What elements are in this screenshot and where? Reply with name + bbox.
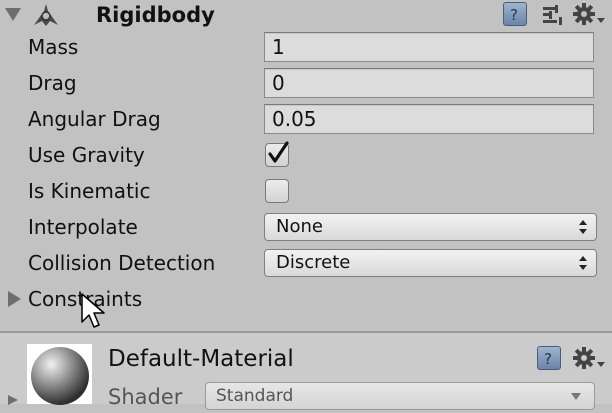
chevron-down-icon (5, 8, 21, 21)
dropdown-arrows-icon (579, 220, 587, 234)
svg-text:?: ? (510, 6, 518, 24)
chevron-right-icon (8, 395, 18, 405)
use-gravity-checkbox[interactable] (265, 141, 289, 167)
mass-field[interactable]: 1 (264, 32, 594, 62)
rigidbody-component-icon (32, 2, 60, 32)
drag-label: Drag (28, 71, 77, 95)
chevron-down-icon (571, 393, 581, 400)
constraints-foldout-arrow[interactable] (6, 290, 22, 312)
collision-detection-label: Collision Detection (28, 251, 216, 275)
material-help-icon[interactable]: ? (537, 346, 561, 370)
component-title: Rigidbody (96, 3, 215, 27)
help-book-icon[interactable]: ? (503, 2, 527, 26)
use-gravity-label: Use Gravity (28, 143, 145, 167)
collision-detection-value: Discrete (276, 252, 351, 273)
is-kinematic-label: Is Kinematic (28, 179, 151, 203)
shader-label: Shader (108, 385, 183, 409)
material-foldout-arrow[interactable] (6, 392, 20, 411)
interpolate-label: Interpolate (28, 215, 138, 239)
interpolate-value: None (276, 216, 323, 237)
collision-detection-dropdown[interactable]: Discrete (264, 249, 597, 277)
shader-dropdown[interactable]: Standard (205, 382, 595, 410)
material-sphere-icon (31, 347, 89, 405)
mouse-cursor-icon (80, 292, 108, 336)
dropdown-arrows-icon (579, 256, 587, 270)
gear-dropdown-icon[interactable] (572, 2, 606, 32)
foldout-arrow-rigidbody[interactable] (4, 6, 22, 26)
mass-label: Mass (28, 35, 79, 59)
angular-drag-field[interactable]: 0.05 (264, 104, 594, 134)
svg-text:?: ? (544, 350, 552, 368)
angular-drag-label: Angular Drag (28, 107, 161, 131)
preset-sliders-icon[interactable] (541, 4, 565, 30)
material-name: Default-Material (108, 346, 294, 372)
material-gear-icon[interactable] (572, 346, 606, 376)
shader-value: Standard (216, 386, 294, 406)
checkmark-icon (268, 141, 289, 163)
material-preview (27, 344, 92, 405)
drag-field[interactable]: 0 (264, 68, 594, 98)
is-kinematic-checkbox[interactable] (265, 179, 289, 203)
interpolate-dropdown[interactable]: None (264, 213, 597, 241)
chevron-right-icon (8, 291, 21, 307)
